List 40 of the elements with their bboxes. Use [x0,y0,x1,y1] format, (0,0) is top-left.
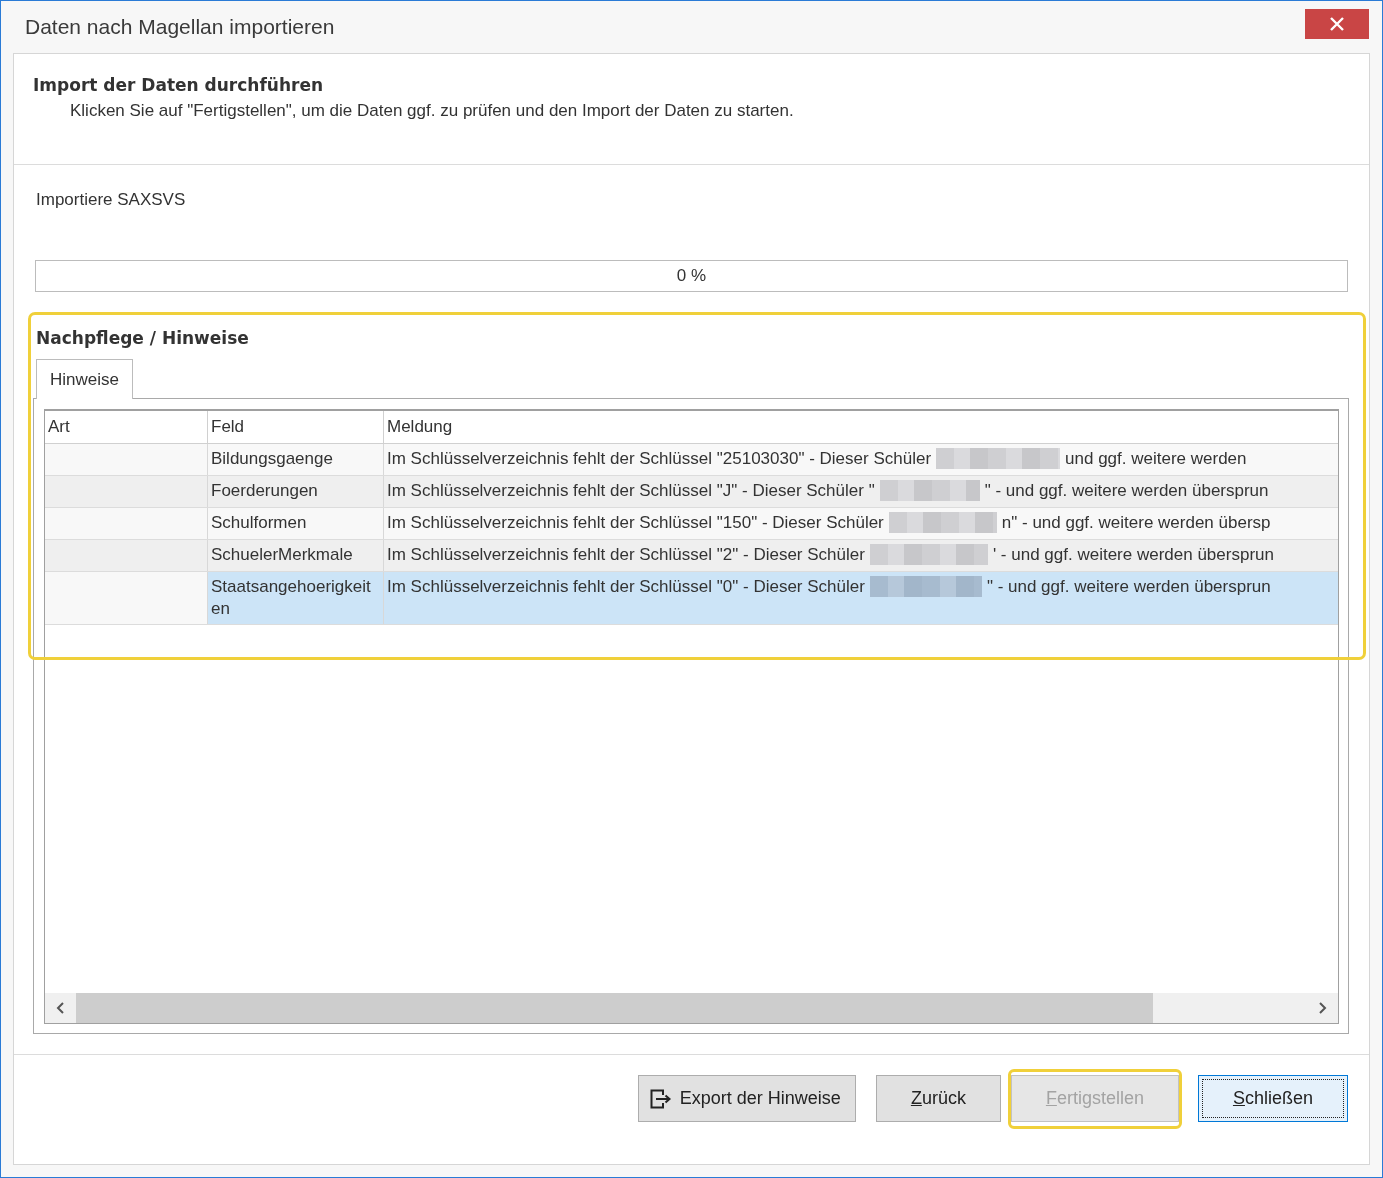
dialog-button[interactable]: Export der Hinweise [637,1075,856,1122]
dialog-button[interactable]: Schließen [1197,1075,1348,1122]
table-cell: Schulformen [208,508,384,539]
table-cell: Staatsangehoerigkeiten [208,572,384,624]
progress-label: Importiere SAXSVS [36,189,186,211]
section-description: Klicken Sie auf "Fertigstellen", um die Daten ggf. zu prüfen und den Import der Daten zu starten. [70,100,794,122]
table-row[interactable]: Bildungsgaenge Im Schlüsselverzeichnis fehlt der Schlüssel "25103030" - Dieser Schüler und ggf. weitere werden [45,444,1338,476]
column-header[interactable]: Feld [208,411,384,443]
table-cell: SchuelerMerkmale [208,540,384,571]
message-text: Im Schlüsselverzeichnis fehlt der Schlüssel "150" - Dieser Schüler [387,512,884,534]
message-text: und ggf. weitere werden [1065,448,1247,470]
column-header[interactable]: Meldung [384,411,1338,443]
dialog-button[interactable]: Zurück [875,1075,1001,1122]
message-text: " - und ggf. weitere werden übersprun [984,480,1269,502]
close-icon [1330,17,1344,31]
table-row[interactable]: Foerderungen Im Schlüsselverzeichnis fehlt der Schlüssel "J" - Dieser Schüler " " - und ggf. weitere werden übersprun [45,476,1338,508]
chevron-left-icon [56,1002,64,1014]
table-cell: Foerderungen [208,476,384,507]
group-title: Nachpflege / Hinweise [36,327,249,349]
table-cell: Bildungsgaenge [208,444,384,475]
section-title: Import der Daten durchführen [33,74,324,96]
chevron-right-icon [1319,1002,1327,1014]
scrollbar-thumb[interactable] [76,993,1153,1023]
table-row[interactable]: Schulformen Im Schlüsselverzeichnis fehlt der Schlüssel "150" - Dieser Schüler n" - und ggf. weitere werden übersp [45,508,1338,540]
progress-reading: 0 % [676,265,707,287]
window-title: Daten nach Magellan importieren [25,15,335,39]
close-button[interactable] [1305,9,1369,39]
column-header[interactable]: Art [45,411,208,443]
table-row[interactable]: Staatsangehoerigkeiten Im Schlüsselverzeichnis fehlt der Schlüssel "0" - Dieser Schüler " - und ggf. weitere werden übersprun [45,572,1338,625]
message-text: " - und ggf. weitere werden übersprun [986,576,1271,598]
message-text: ' - und ggf. weitere werden übersprun [992,544,1274,566]
tab[interactable]: Hinweise [36,359,133,399]
message-text: Im Schlüsselverzeichnis fehlt der Schlüssel "2" - Dieser Schüler [387,544,865,566]
table-row[interactable]: SchuelerMerkmale Im Schlüsselverzeichnis fehlt der Schlüssel "2" - Dieser Schüler ' - und ggf. weitere werden übersprun [45,540,1338,572]
message-text: Im Schlüsselverzeichnis fehlt der Schlüssel "J" - Dieser Schüler " [387,480,875,502]
message-text: Im Schlüsselverzeichnis fehlt der Schlüssel "0" - Dieser Schüler [387,576,865,598]
arrow-out-of-box-icon [649,1088,672,1109]
message-text: n" - und ggf. weitere werden übersp [1001,512,1271,534]
message-text: Im Schlüsselverzeichnis fehlt der Schlüssel "25103030" - Dieser Schüler [387,448,932,470]
horizontal-scrollbar[interactable] [45,993,1338,1023]
